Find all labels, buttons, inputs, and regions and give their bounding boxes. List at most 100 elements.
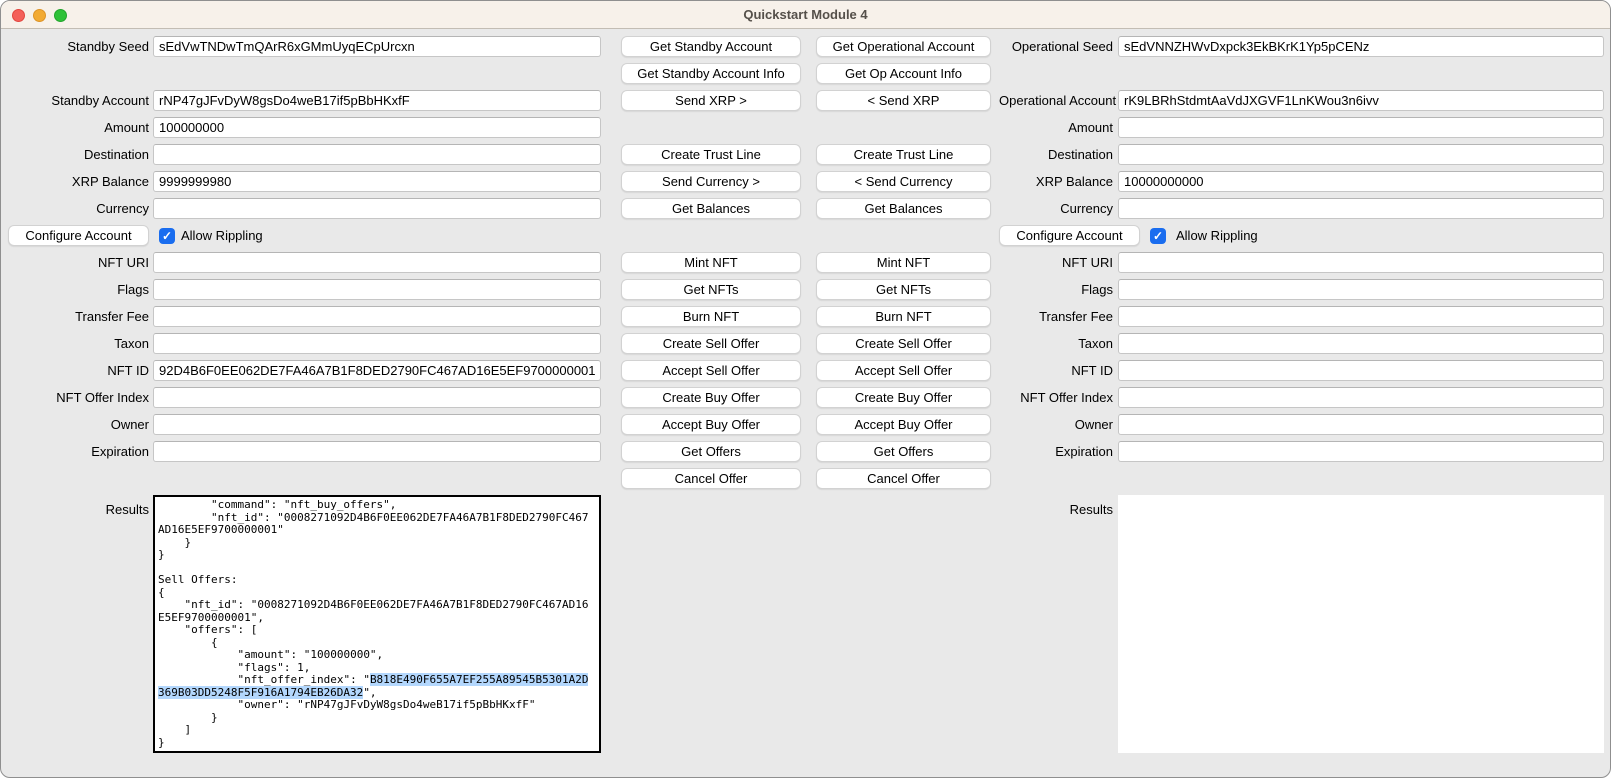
operational-nft-id-input[interactable] [1118,360,1604,381]
operational-create-sell-offer-button[interactable]: Create Sell Offer [816,333,991,354]
standby-seed-label: Standby Seed [1,36,149,57]
standby-create-sell-offer-button[interactable]: Create Sell Offer [621,333,801,354]
standby-nft-uri-input[interactable] [153,252,601,273]
standby-currency-label: Currency [1,198,149,219]
operational-configure-row: Configure Account ✓ Allow Rippling [999,225,1604,246]
operational-seed-input[interactable] [1118,36,1604,57]
operational-nft-uri-label: NFT URI [999,252,1113,273]
get-op-account-info-button[interactable]: Get Op Account Info [816,63,991,84]
standby-taxon-label: Taxon [1,333,149,354]
standby-accept-sell-offer-button[interactable]: Accept Sell Offer [621,360,801,381]
standby-get-balances-button[interactable]: Get Balances [621,198,801,219]
operational-xrp-balance-input[interactable] [1118,171,1604,192]
operational-mint-nft-button[interactable]: Mint NFT [816,252,991,273]
standby-flags-input[interactable] [153,279,601,300]
operational-nft-offer-index-input[interactable] [1118,387,1604,408]
standby-account-label: Standby Account [1,90,149,111]
operational-burn-nft-button[interactable]: Burn NFT [816,306,991,327]
operational-create-buy-offer-button[interactable]: Create Buy Offer [816,387,991,408]
operational-nft-uri-input[interactable] [1118,252,1604,273]
operational-transfer-fee-input[interactable] [1118,306,1604,327]
standby-accept-buy-offer-button[interactable]: Accept Buy Offer [621,414,801,435]
operational-currency-label: Currency [999,198,1113,219]
operational-get-balances-button[interactable]: Get Balances [816,198,991,219]
standby-expiration-input[interactable] [153,441,601,462]
standby-burn-nft-button[interactable]: Burn NFT [621,306,801,327]
operational-owner-label: Owner [999,414,1113,435]
operational-taxon-input[interactable] [1118,333,1604,354]
operational-allow-rippling-checkbox[interactable]: ✓ [1150,228,1166,244]
window-title: Quickstart Module 4 [1,1,1610,29]
operational-account-input[interactable] [1118,90,1604,111]
standby-get-nfts-button[interactable]: Get NFTs [621,279,801,300]
standby-xrp-balance-label: XRP Balance [1,171,149,192]
operational-account-label: Operational Account [999,90,1113,111]
get-standby-account-button[interactable]: Get Standby Account [621,36,801,57]
operational-nft-id-label: NFT ID [999,360,1113,381]
operational-cancel-offer-button[interactable]: Cancel Offer [816,468,991,489]
operational-configure-account-button[interactable]: Configure Account [999,225,1140,246]
operational-send-xrp-button[interactable]: < Send XRP [816,90,991,111]
app-window: Quickstart Module 4 Standby Seed Get Sta… [0,0,1611,778]
standby-send-currency-button[interactable]: Send Currency > [621,171,801,192]
standby-amount-label: Amount [1,117,149,138]
standby-transfer-fee-label: Transfer Fee [1,306,149,327]
standby-seed-input[interactable] [153,36,601,57]
operational-owner-input[interactable] [1118,414,1604,435]
close-button[interactable] [12,9,25,22]
minimize-button[interactable] [33,9,46,22]
operational-destination-input[interactable] [1118,144,1604,165]
standby-xrp-balance-input[interactable] [153,171,601,192]
standby-configure-account-button[interactable]: Configure Account [8,225,149,246]
standby-owner-input[interactable] [153,414,601,435]
standby-results-textarea[interactable]: "command": "nft_buy_offers", "nft_id": "… [153,495,601,753]
standby-get-offers-button[interactable]: Get Offers [621,441,801,462]
standby-allow-rippling: ✓ Allow Rippling [159,225,601,246]
title-bar: Quickstart Module 4 [1,1,1610,29]
standby-destination-input[interactable] [153,144,601,165]
standby-allow-rippling-checkbox[interactable]: ✓ [159,228,175,244]
operational-xrp-balance-label: XRP Balance [999,171,1113,192]
standby-transfer-fee-input[interactable] [153,306,601,327]
operational-seed-label: Operational Seed [999,36,1113,57]
operational-send-currency-button[interactable]: < Send Currency [816,171,991,192]
operational-results-textarea[interactable] [1118,495,1604,753]
operational-transfer-fee-label: Transfer Fee [999,306,1113,327]
operational-amount-input[interactable] [1118,117,1604,138]
standby-amount-input[interactable] [153,117,601,138]
standby-taxon-input[interactable] [153,333,601,354]
operational-accept-buy-offer-button[interactable]: Accept Buy Offer [816,414,991,435]
operational-expiration-input[interactable] [1118,441,1604,462]
standby-nft-id-input[interactable] [153,360,601,381]
get-operational-account-button[interactable]: Get Operational Account [816,36,991,57]
standby-results-label: Results [1,495,149,520]
operational-expiration-label: Expiration [999,441,1113,462]
standby-cancel-offer-button[interactable]: Cancel Offer [621,468,801,489]
get-standby-account-info-button[interactable]: Get Standby Account Info [621,63,801,84]
operational-get-nfts-button[interactable]: Get NFTs [816,279,991,300]
standby-mint-nft-button[interactable]: Mint NFT [621,252,801,273]
results-text-before: "command": "nft_buy_offers", "nft_id": "… [158,498,588,686]
standby-create-buy-offer-button[interactable]: Create Buy Offer [621,387,801,408]
standby-send-xrp-button[interactable]: Send XRP > [621,90,801,111]
operational-flags-label: Flags [999,279,1113,300]
zoom-button[interactable] [54,9,67,22]
operational-currency-input[interactable] [1118,198,1604,219]
operational-results-label: Results [999,495,1113,520]
operational-get-offers-button[interactable]: Get Offers [816,441,991,462]
standby-expiration-label: Expiration [1,441,149,462]
standby-allow-rippling-label: Allow Rippling [181,228,263,243]
standby-flags-label: Flags [1,279,149,300]
operational-nft-offer-index-label: NFT Offer Index [999,387,1113,408]
operational-accept-sell-offer-button[interactable]: Accept Sell Offer [816,360,991,381]
traffic-lights [12,9,67,22]
operational-flags-input[interactable] [1118,279,1604,300]
standby-nft-offer-index-input[interactable] [153,387,601,408]
standby-nft-uri-label: NFT URI [1,252,149,273]
standby-account-input[interactable] [153,90,601,111]
operational-create-trust-line-button[interactable]: Create Trust Line [816,144,991,165]
standby-create-trust-line-button[interactable]: Create Trust Line [621,144,801,165]
operational-allow-rippling-label: Allow Rippling [1176,228,1258,243]
standby-owner-label: Owner [1,414,149,435]
standby-currency-input[interactable] [153,198,601,219]
